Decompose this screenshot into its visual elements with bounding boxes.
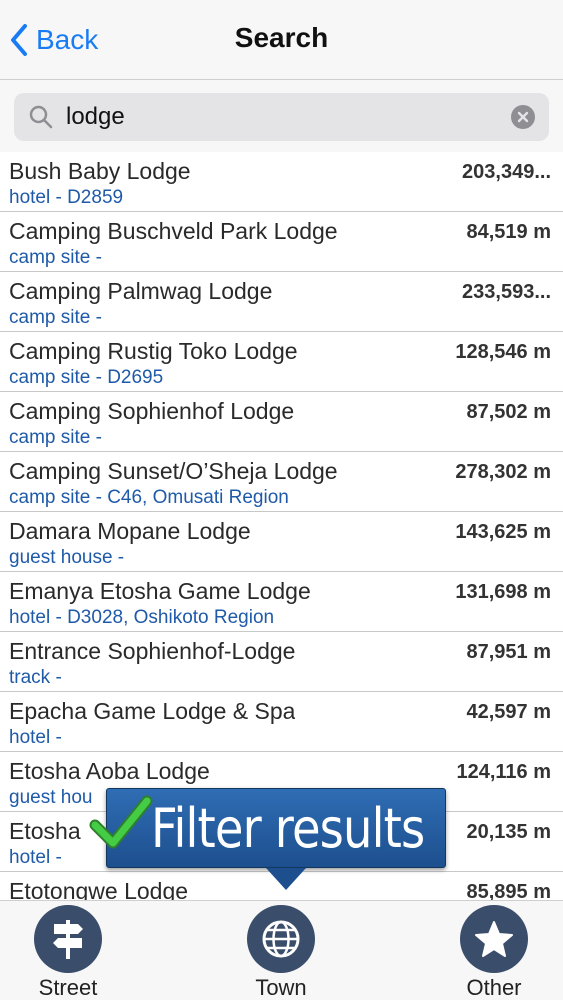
result-distance: 124,116 m (456, 761, 551, 783)
result-name: Etotongwe Lodge (9, 878, 189, 900)
result-subtitle: hotel - (9, 727, 62, 748)
result-distance: 87,951 m (466, 641, 551, 663)
result-name: Damara Mopane Lodge (9, 518, 251, 544)
page-title: Search (234, 22, 329, 53)
result-subtitle: camp site - (9, 247, 102, 268)
result-subtitle: hotel - D2859 (9, 187, 124, 208)
result-distance: 233,593... (462, 281, 551, 303)
signpost-icon (34, 905, 102, 973)
result-distance: 278,302 m (455, 461, 551, 483)
result-subtitle: camp site - C46, Omusati Region (9, 487, 289, 508)
search-field[interactable] (14, 93, 549, 141)
tab-label: Town (255, 975, 307, 1000)
clear-icon[interactable] (511, 105, 535, 129)
result-subtitle: camp site - D2695 (9, 367, 164, 388)
result-subtitle: hotel - D3028, Oshikoto Region (9, 607, 275, 628)
result-name: Entrance Sophienhof-Lodge (9, 638, 296, 664)
tab-label: Street (38, 975, 98, 1000)
result-distance: 131,698 m (455, 581, 551, 603)
list-item[interactable]: Damara Mopane Lodge guest house - 143,62… (0, 512, 563, 572)
result-subtitle: hotel - (9, 847, 62, 868)
result-name: Camping Palmwag Lodge (9, 278, 273, 304)
tab-bar: Street Town Other (0, 900, 563, 1000)
result-subtitle: guest house - (9, 547, 125, 568)
result-name: Camping Buschveld Park Lodge (9, 218, 338, 244)
result-distance: 42,597 m (466, 701, 551, 723)
result-name: Epacha Game Lodge & Spa (9, 698, 296, 724)
result-name: Emanya Etosha Game Lodge (9, 578, 311, 604)
tab-street[interactable]: Street (8, 905, 128, 1000)
result-distance: 128,546 m (455, 341, 551, 363)
result-distance: 84,519 m (466, 221, 551, 243)
tab-town[interactable]: Town (221, 905, 341, 1000)
result-distance: 20,135 m (466, 821, 551, 843)
list-item[interactable]: Camping Palmwag Lodge camp site - 233,59… (0, 272, 563, 332)
list-item[interactable]: Camping Sunset/O’Sheja Lodge camp site -… (0, 452, 563, 512)
search-input[interactable] (66, 103, 486, 131)
tab-label: Other (466, 975, 522, 1000)
list-item[interactable]: Camping Buschveld Park Lodge camp site -… (0, 212, 563, 272)
result-name: Etosha Aoba Lodge (9, 758, 210, 784)
list-item[interactable]: Bush Baby Lodge hotel - D2859 203,349... (0, 152, 563, 212)
result-subtitle: guest hou (9, 787, 93, 808)
result-distance: 203,349... (462, 161, 551, 183)
result-subtitle: track - (9, 667, 62, 688)
result-name: Bush Baby Lodge (9, 158, 191, 184)
filter-results-tooltip[interactable]: Filter results (89, 788, 446, 890)
globe-icon (247, 905, 315, 973)
list-item[interactable]: Entrance Sophienhof-Lodge track - 87,951… (0, 632, 563, 692)
star-icon (460, 905, 528, 973)
tooltip-pointer (266, 868, 306, 890)
result-distance: 143,625 m (455, 521, 551, 543)
checkmark-icon (89, 795, 153, 849)
result-name: Camping Sophienhof Lodge (9, 398, 295, 424)
result-distance: 87,502 m (466, 401, 551, 423)
result-distance: 85,895 m (466, 881, 551, 900)
result-name: Etosha (9, 818, 81, 844)
tooltip-text: Filter results (151, 797, 425, 860)
result-subtitle: camp site - (9, 427, 102, 448)
list-item[interactable]: Camping Sophienhof Lodge camp site - 87,… (0, 392, 563, 452)
result-subtitle: camp site - (9, 307, 102, 328)
result-name: Camping Rustig Toko Lodge (9, 338, 298, 364)
list-item[interactable]: Epacha Game Lodge & Spa hotel - 42,597 m (0, 692, 563, 752)
search-bar (0, 80, 563, 152)
tab-other[interactable]: Other (434, 905, 554, 1000)
result-name: Camping Sunset/O’Sheja Lodge (9, 458, 338, 484)
list-item[interactable]: Camping Rustig Toko Lodge camp site - D2… (0, 332, 563, 392)
navigation-bar: Back Search (0, 0, 563, 80)
search-icon (29, 105, 53, 129)
list-item[interactable]: Emanya Etosha Game Lodge hotel - D3028, … (0, 572, 563, 632)
